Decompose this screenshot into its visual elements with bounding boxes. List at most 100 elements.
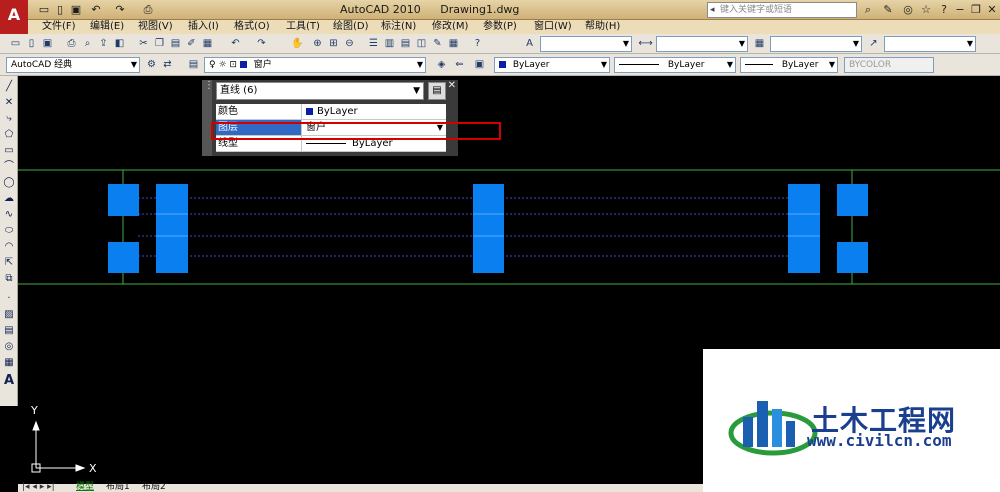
table-style-icon[interactable]: ▦ xyxy=(752,36,767,51)
tools-icon[interactable]: ✎ xyxy=(880,2,896,18)
paste-icon[interactable]: ▤ xyxy=(168,36,183,51)
text-style-icon[interactable]: A xyxy=(522,36,537,51)
layer-state-icon[interactable]: ▣ xyxy=(472,57,487,72)
search-input[interactable]: 键入关键字或短语 xyxy=(707,2,857,18)
dim-style-select[interactable]: ▼ xyxy=(656,36,748,52)
redo-icon[interactable]: ↷ xyxy=(112,2,128,18)
menu-help[interactable]: 帮助(H) xyxy=(585,20,620,34)
mleader-style-icon[interactable]: ↗ xyxy=(866,36,881,51)
menu-modify[interactable]: 修改(M) xyxy=(432,20,468,34)
zoom-realtime-icon[interactable]: ⊕ xyxy=(310,36,325,51)
hatch-icon[interactable]: ▨ xyxy=(2,308,16,322)
multiline-text-icon[interactable]: A xyxy=(2,374,16,388)
print-preview-icon[interactable]: ⌕ xyxy=(80,36,95,51)
selection-dropdown[interactable]: 直线 (6) ▼ xyxy=(216,82,424,100)
text-style-select[interactable]: ▼ xyxy=(540,36,632,52)
help-question-icon[interactable]: ? xyxy=(470,36,485,51)
publish-icon[interactable]: ⇪ xyxy=(96,36,111,51)
open-icon[interactable]: ▯ xyxy=(52,2,68,18)
properties-icon[interactable]: ☰ xyxy=(366,36,381,51)
undo-icon[interactable]: ↶ xyxy=(88,2,104,18)
rectangle-icon[interactable]: ▭ xyxy=(2,144,16,158)
workspace-toggle-icon[interactable]: ⇄ xyxy=(160,57,175,72)
zoom-previous-icon[interactable]: ⊖ xyxy=(342,36,357,51)
insert-block-icon[interactable]: ⇱ xyxy=(2,256,16,270)
ellipse-icon[interactable]: ⬭ xyxy=(2,224,16,238)
autocad-logo-icon[interactable]: A xyxy=(0,0,28,34)
make-block-icon[interactable]: ⧉ xyxy=(2,272,16,286)
markup-icon[interactable]: ✎ xyxy=(430,36,445,51)
design-center-icon[interactable]: ▥ xyxy=(382,36,397,51)
copy-icon[interactable]: ❐ xyxy=(152,36,167,51)
polygon-icon[interactable]: ⬠ xyxy=(2,128,16,142)
ellipse-arc-icon[interactable]: ◠ xyxy=(2,240,16,254)
palette-close-icon[interactable]: ✕ xyxy=(448,80,456,91)
gradient-icon[interactable]: ▤ xyxy=(2,324,16,338)
palette-grip[interactable] xyxy=(202,80,214,156)
quick-select-icon[interactable]: ▤ xyxy=(428,82,446,100)
tab-layout2[interactable]: 布局2 xyxy=(142,483,166,492)
menu-window[interactable]: 窗口(W) xyxy=(534,20,572,34)
plot-icon[interactable]: ⎙ xyxy=(140,2,156,18)
menu-draw[interactable]: 绘图(D) xyxy=(333,20,369,34)
menu-file[interactable]: 文件(F) xyxy=(42,20,76,34)
property-row-color[interactable]: 颜色 ByLayer xyxy=(216,104,446,120)
3d-dwf-icon[interactable]: ◧ xyxy=(112,36,127,51)
menu-format[interactable]: 格式(O) xyxy=(234,20,270,34)
polyline-icon[interactable]: ⤷ xyxy=(2,112,16,126)
redo-icon[interactable]: ↷ xyxy=(254,36,269,51)
qnew-icon[interactable]: ▭ xyxy=(8,36,23,51)
make-current-layer-icon[interactable]: ◈ xyxy=(434,57,449,72)
menu-tools[interactable]: 工具(T) xyxy=(286,20,320,34)
tab-layout1[interactable]: 布局1 xyxy=(106,483,130,492)
circle-icon[interactable]: ◯ xyxy=(2,176,16,190)
save-file-icon[interactable]: ▣ xyxy=(40,36,55,51)
globe-icon[interactable]: ◎ xyxy=(900,2,916,18)
menu-view[interactable]: 视图(V) xyxy=(138,20,173,34)
spline-icon[interactable]: ∿ xyxy=(2,208,16,222)
quickcalc-icon[interactable]: ▦ xyxy=(446,36,461,51)
dim-style-icon[interactable]: ⟷ xyxy=(638,36,653,51)
sheet-set-icon[interactable]: ◫ xyxy=(414,36,429,51)
pan-icon[interactable]: ✋ xyxy=(290,36,305,51)
tab-nav-arrows[interactable]: |◂ ◂ ▸ ▸| xyxy=(22,483,55,492)
help-icon[interactable]: ? xyxy=(936,2,952,18)
binoculars-icon[interactable]: ⌕ xyxy=(860,2,876,18)
minimize-icon[interactable]: − xyxy=(952,2,968,18)
print-icon[interactable]: ⎙ xyxy=(64,36,79,51)
block-editor-icon[interactable]: ▦ xyxy=(200,36,215,51)
menu-parametric[interactable]: 参数(P) xyxy=(483,20,517,34)
menu-dimension[interactable]: 标注(N) xyxy=(381,20,416,34)
color-select[interactable]: ByLayer ▼ xyxy=(494,57,610,73)
cut-icon[interactable]: ✂ xyxy=(136,36,151,51)
undo-icon[interactable]: ↶ xyxy=(228,36,243,51)
point-icon[interactable]: · xyxy=(2,292,16,306)
match-properties-icon[interactable]: ✐ xyxy=(184,36,199,51)
mleader-style-select[interactable]: ▼ xyxy=(884,36,976,52)
arc-icon[interactable]: ⌒ xyxy=(2,160,16,174)
layer-select[interactable]: ♀ ☼ ⊡ 窗户 ▼ xyxy=(204,57,426,73)
table-style-select[interactable]: ▼ xyxy=(770,36,862,52)
lineweight-select[interactable]: ByLayer ▼ xyxy=(740,57,838,73)
workspace-select[interactable]: AutoCAD 经典 ▼ xyxy=(6,57,140,73)
star-icon[interactable]: ☆ xyxy=(918,2,934,18)
layer-manager-icon[interactable]: ▤ xyxy=(186,57,201,72)
menu-edit[interactable]: 编辑(E) xyxy=(90,20,124,34)
table-icon[interactable]: ▦ xyxy=(2,356,16,370)
zoom-window-icon[interactable]: ⊞ xyxy=(326,36,341,51)
layer-previous-icon[interactable]: ⇐ xyxy=(452,57,467,72)
revcloud-icon[interactable]: ☁ xyxy=(2,192,16,206)
line-icon[interactable]: ╱ xyxy=(2,80,16,94)
tab-model[interactable]: 模型 xyxy=(76,483,94,492)
new-icon[interactable]: ▭ xyxy=(36,2,52,18)
linetype-select[interactable]: ByLayer ▼ xyxy=(614,57,736,73)
construction-line-icon[interactable]: ✕ xyxy=(2,96,16,110)
close-icon[interactable]: ✕ xyxy=(984,2,1000,18)
save-icon[interactable]: ▣ xyxy=(68,2,84,18)
menu-insert[interactable]: 插入(I) xyxy=(188,20,219,34)
region-icon[interactable]: ◎ xyxy=(2,340,16,354)
open-file-icon[interactable]: ▯ xyxy=(24,36,39,51)
tool-palettes-icon[interactable]: ▤ xyxy=(398,36,413,51)
workspace-settings-gear-icon[interactable]: ⚙ xyxy=(144,57,159,72)
restore-icon[interactable]: ❐ xyxy=(968,2,984,18)
